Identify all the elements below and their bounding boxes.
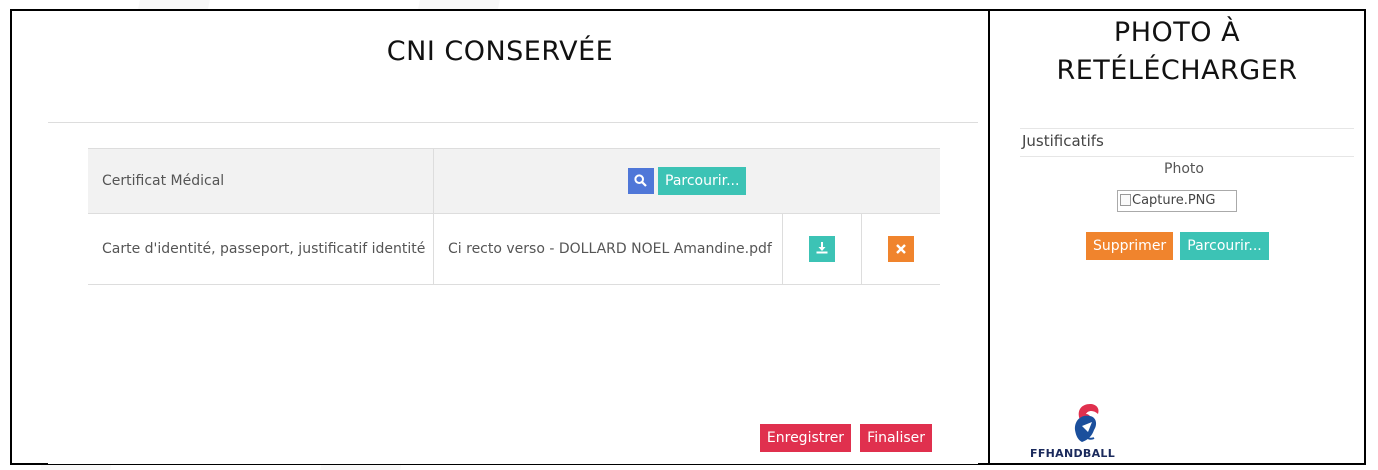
- documents-panel: Certificat Médical Parcourir... Carte d'…: [48, 98, 978, 464]
- download-cell: [782, 213, 862, 285]
- delete-file-button[interactable]: [888, 236, 914, 262]
- table-row: Carte d'identité, passeport, justificati…: [88, 213, 940, 285]
- photo-label: Photo: [1164, 161, 1204, 177]
- save-button[interactable]: Enregistrer: [759, 424, 852, 452]
- delete-photo-button[interactable]: Supprimer: [1086, 232, 1174, 260]
- documents-table: Certificat Médical Parcourir... Carte d'…: [88, 148, 940, 285]
- search-button[interactable]: [627, 168, 654, 194]
- photo-actions: Supprimer Parcourir...: [1086, 232, 1271, 260]
- photo-title: PHOTO À RETÉLÉCHARGER: [1056, 17, 1298, 86]
- delete-cell: [861, 213, 940, 285]
- browse-photo-button[interactable]: Parcourir...: [1180, 232, 1269, 260]
- section-divider: [1020, 128, 1354, 129]
- cni-title: CNI CONSERVÉE: [386, 36, 614, 67]
- photo-preview: Capture.PNG: [1117, 190, 1237, 212]
- file-name: Ci recto verso - DOLLARD NOEL Amandine.p…: [433, 213, 783, 285]
- close-icon: [896, 244, 906, 254]
- section-heading: Justificatifs: [1022, 132, 1104, 150]
- upload-cell: Parcourir...: [433, 148, 940, 214]
- section-divider: [1020, 156, 1354, 157]
- panel-divider: [48, 122, 978, 123]
- download-button[interactable]: [809, 236, 835, 262]
- logo-wordmark: FFHANDBALL: [1030, 447, 1116, 460]
- document-type-label: Carte d'identité, passeport, justificati…: [88, 213, 434, 285]
- document-type-label: Certificat Médical: [88, 148, 434, 214]
- browse-button[interactable]: Parcourir...: [658, 167, 747, 195]
- frame-divider: [988, 9, 990, 465]
- broken-image-icon: [1120, 194, 1131, 206]
- photo-alt-text: Capture.PNG: [1132, 193, 1216, 208]
- table-row: Certificat Médical Parcourir...: [88, 148, 940, 214]
- search-icon: [634, 174, 647, 187]
- finalize-button[interactable]: Finaliser: [860, 424, 932, 452]
- form-actions: Enregistrer Finaliser: [756, 424, 932, 452]
- download-icon: [816, 242, 828, 254]
